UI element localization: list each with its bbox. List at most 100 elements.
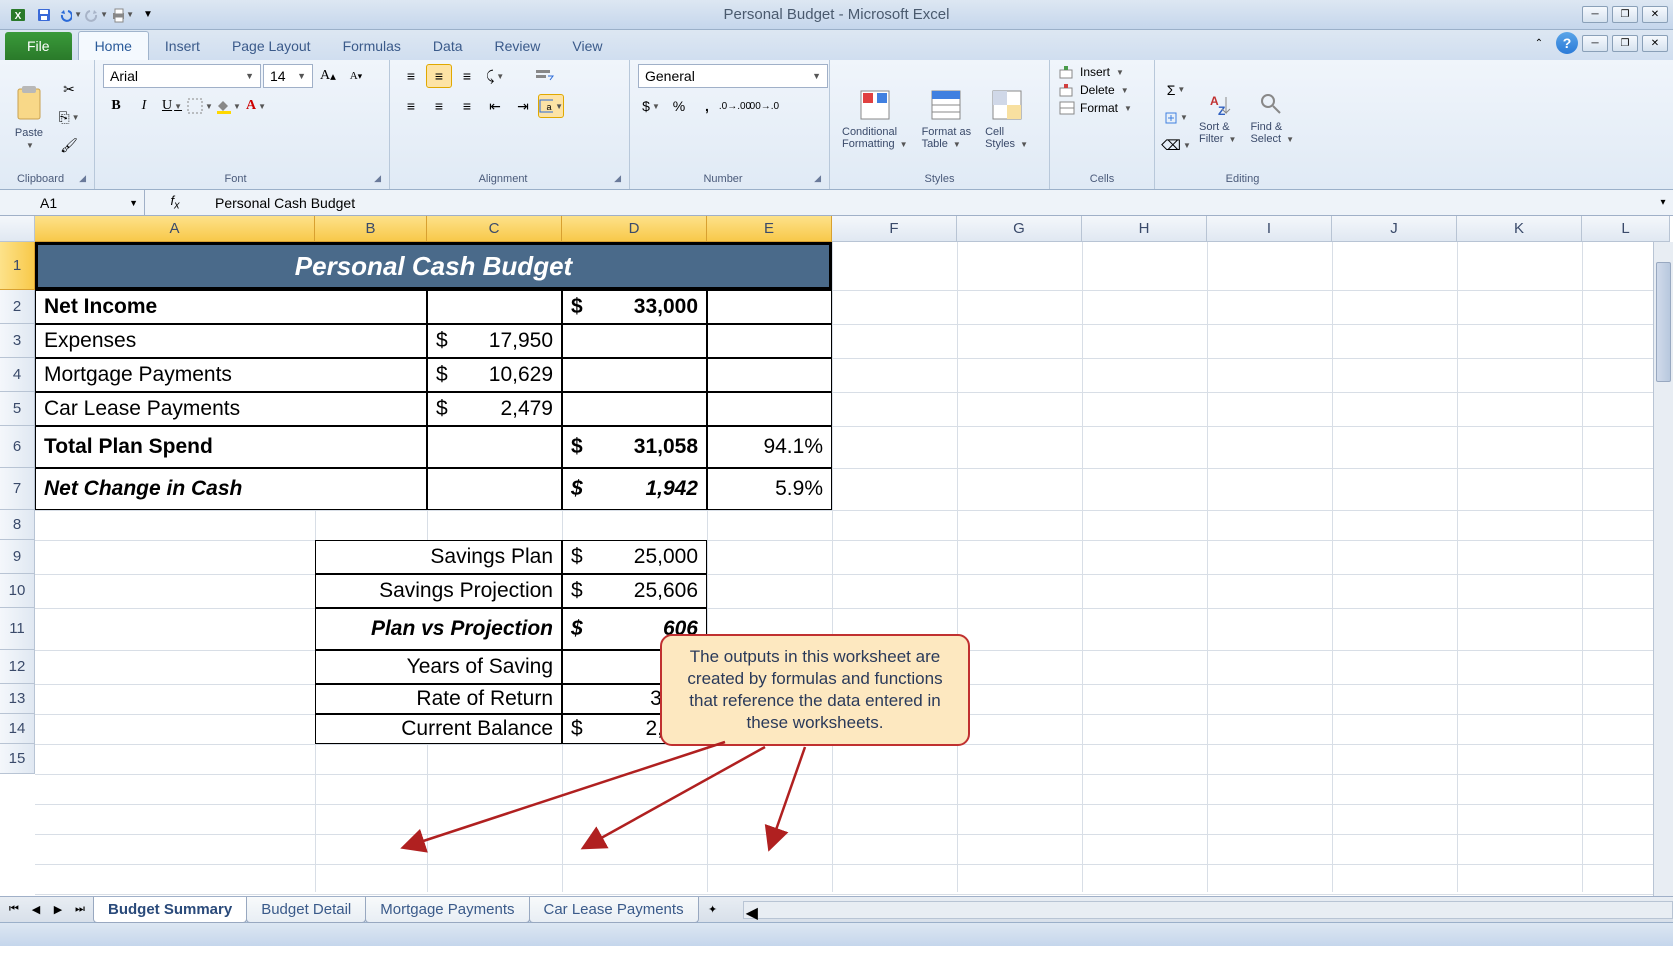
font-size-combo[interactable]: 14▼ bbox=[263, 64, 313, 88]
column-header-H[interactable]: H bbox=[1082, 216, 1207, 242]
column-header-C[interactable]: C bbox=[427, 216, 562, 242]
tab-formulas[interactable]: Formulas bbox=[327, 32, 417, 60]
tab-page-layout[interactable]: Page Layout bbox=[216, 32, 327, 60]
cell-D6[interactable]: $31,058 bbox=[562, 426, 707, 468]
cell-D4[interactable] bbox=[562, 358, 707, 392]
tab-nav-last-icon[interactable]: ⏭ bbox=[70, 901, 90, 919]
font-color-button[interactable]: A▼ bbox=[243, 94, 269, 118]
tab-data[interactable]: Data bbox=[417, 32, 479, 60]
cell-C2[interactable] bbox=[427, 290, 562, 324]
format-painter-icon[interactable]: 🖌 bbox=[56, 134, 82, 158]
autosum-button[interactable]: Σ▼ bbox=[1163, 78, 1189, 102]
column-header-J[interactable]: J bbox=[1332, 216, 1457, 242]
cell-D2[interactable]: $33,000 bbox=[562, 290, 707, 324]
cell-E5[interactable] bbox=[707, 392, 832, 426]
delete-cells-button[interactable]: Delete ▼ bbox=[1058, 82, 1146, 98]
cell-C4[interactable]: $10,629 bbox=[427, 358, 562, 392]
number-format-combo[interactable]: General▼ bbox=[638, 64, 828, 88]
align-center-icon[interactable]: ≡ bbox=[426, 94, 452, 118]
font-name-combo[interactable]: Arial▼ bbox=[103, 64, 261, 88]
shrink-font-icon[interactable]: A▾ bbox=[343, 64, 369, 88]
cut-icon[interactable]: ✂ bbox=[56, 78, 82, 102]
cell-BC14[interactable]: Current Balance bbox=[315, 714, 562, 744]
cell-grid[interactable]: Personal Cash BudgetNet Income$33,000Exp… bbox=[35, 242, 1655, 892]
formula-input[interactable]: Personal Cash Budget bbox=[205, 195, 1653, 211]
restore-button[interactable]: ❐ bbox=[1612, 6, 1638, 23]
column-header-A[interactable]: A bbox=[35, 216, 315, 242]
insert-cells-button[interactable]: Insert ▼ bbox=[1058, 64, 1146, 80]
comma-format-button[interactable]: , bbox=[694, 94, 720, 118]
cell-C7[interactable] bbox=[427, 468, 562, 510]
row-header-15[interactable]: 15 bbox=[0, 744, 35, 774]
cell-title[interactable]: Personal Cash Budget bbox=[35, 242, 832, 290]
row-header-8[interactable]: 8 bbox=[0, 510, 35, 540]
align-middle-icon[interactable]: ≡ bbox=[426, 64, 452, 88]
increase-indent-icon[interactable]: ⇥ bbox=[510, 94, 536, 118]
doc-close-button[interactable]: ✕ bbox=[1642, 35, 1668, 52]
sheet-tab-budget-summary[interactable]: Budget Summary bbox=[93, 897, 247, 923]
vertical-scrollbar[interactable] bbox=[1653, 242, 1673, 896]
alignment-dialog-launcher[interactable]: ◢ bbox=[614, 173, 621, 184]
cell-A6[interactable]: Total Plan Spend bbox=[35, 426, 427, 468]
fill-button[interactable]: ▼ bbox=[1163, 106, 1189, 130]
column-header-L[interactable]: L bbox=[1582, 216, 1670, 242]
row-header-9[interactable]: 9 bbox=[0, 540, 35, 574]
orientation-icon[interactable]: ⤹▼ bbox=[482, 64, 508, 88]
cell-BC12[interactable]: Years of Saving bbox=[315, 650, 562, 684]
row-header-10[interactable]: 10 bbox=[0, 574, 35, 608]
tab-nav-first-icon[interactable]: ⏮ bbox=[4, 901, 24, 919]
row-header-4[interactable]: 4 bbox=[0, 358, 35, 392]
cell-C6[interactable] bbox=[427, 426, 562, 468]
print-icon[interactable]: ▼ bbox=[110, 4, 134, 26]
format-as-table-button[interactable]: Format asTable ▼ bbox=[918, 82, 976, 154]
conditional-formatting-button[interactable]: ConditionalFormatting ▼ bbox=[838, 82, 912, 154]
sort-filter-button[interactable]: AZ Sort &Filter ▼ bbox=[1195, 87, 1240, 149]
cell-C5[interactable]: $2,479 bbox=[427, 392, 562, 426]
column-header-D[interactable]: D bbox=[562, 216, 707, 242]
grow-font-icon[interactable]: A▴ bbox=[315, 64, 341, 88]
tab-view[interactable]: View bbox=[556, 32, 618, 60]
row-header-14[interactable]: 14 bbox=[0, 714, 35, 744]
cell-E6[interactable]: 94.1% bbox=[707, 426, 832, 468]
cell-D9[interactable]: $25,000 bbox=[562, 540, 707, 574]
tab-review[interactable]: Review bbox=[479, 32, 557, 60]
row-header-12[interactable]: 12 bbox=[0, 650, 35, 684]
column-header-K[interactable]: K bbox=[1457, 216, 1582, 242]
cell-E3[interactable] bbox=[707, 324, 832, 358]
name-box[interactable]: A1▼ bbox=[0, 190, 145, 215]
align-bottom-icon[interactable]: ≡ bbox=[454, 64, 480, 88]
font-dialog-launcher[interactable]: ◢ bbox=[374, 173, 381, 184]
increase-decimal-icon[interactable]: .0→.00 bbox=[722, 94, 748, 118]
column-header-B[interactable]: B bbox=[315, 216, 427, 242]
sheet-tab-mortgage-payments[interactable]: Mortgage Payments bbox=[365, 897, 529, 923]
tab-nav-prev-icon[interactable]: ◀ bbox=[26, 901, 46, 919]
align-left-icon[interactable]: ≡ bbox=[398, 94, 424, 118]
insert-function-icon[interactable]: fx bbox=[170, 193, 179, 212]
align-right-icon[interactable]: ≡ bbox=[454, 94, 480, 118]
bold-button[interactable]: B bbox=[103, 94, 129, 118]
underline-button[interactable]: U▼ bbox=[159, 94, 185, 118]
column-header-I[interactable]: I bbox=[1207, 216, 1332, 242]
decrease-decimal-icon[interactable]: .00→.0 bbox=[750, 94, 776, 118]
file-tab[interactable]: File bbox=[5, 32, 72, 60]
tab-insert[interactable]: Insert bbox=[149, 32, 216, 60]
cell-A7[interactable]: Net Change in Cash bbox=[35, 468, 427, 510]
number-dialog-launcher[interactable]: ◢ bbox=[814, 173, 821, 184]
sheet-tab-budget-detail[interactable]: Budget Detail bbox=[246, 897, 366, 923]
cell-A3[interactable]: Expenses bbox=[35, 324, 427, 358]
column-header-F[interactable]: F bbox=[832, 216, 957, 242]
clear-button[interactable]: ⌫▼ bbox=[1163, 134, 1189, 158]
row-header-11[interactable]: 11 bbox=[0, 608, 35, 650]
cell-BC10[interactable]: Savings Projection bbox=[315, 574, 562, 608]
clipboard-dialog-launcher[interactable]: ◢ bbox=[79, 173, 86, 184]
expand-formula-bar-icon[interactable]: ▾ bbox=[1653, 197, 1673, 208]
merge-center-button[interactable]: a▼ bbox=[538, 94, 564, 118]
italic-button[interactable]: I bbox=[131, 94, 157, 118]
tab-nav-next-icon[interactable]: ▶ bbox=[48, 901, 68, 919]
doc-minimize-button[interactable]: ─ bbox=[1582, 35, 1608, 52]
column-header-G[interactable]: G bbox=[957, 216, 1082, 242]
cell-BC13[interactable]: Rate of Return bbox=[315, 684, 562, 714]
doc-restore-button[interactable]: ❐ bbox=[1612, 35, 1638, 52]
format-cells-button[interactable]: Format ▼ bbox=[1058, 100, 1146, 116]
cell-D5[interactable] bbox=[562, 392, 707, 426]
